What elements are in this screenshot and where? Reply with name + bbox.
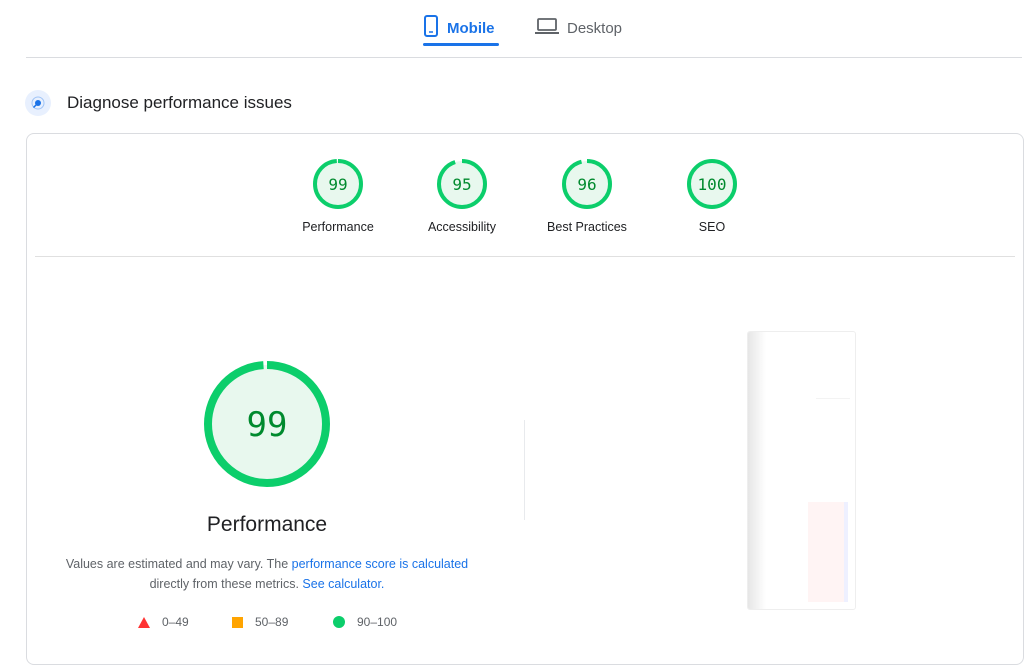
gauge-ring: 99 bbox=[313, 159, 363, 209]
card-divider bbox=[35, 256, 1015, 257]
legend-fail: 0–49 bbox=[138, 615, 189, 629]
gauge-label: SEO bbox=[698, 220, 726, 234]
performance-title: Performance bbox=[206, 513, 328, 536]
gauge-score: 96 bbox=[577, 175, 596, 194]
gauge-label: Performance bbox=[302, 220, 374, 234]
tabs-divider bbox=[26, 57, 1022, 58]
category-performance[interactable]: 99 Performance bbox=[283, 158, 393, 234]
gauge-label: Accessibility bbox=[427, 220, 497, 234]
gauge-ring: 95 bbox=[437, 159, 487, 209]
legend-average: 50–89 bbox=[232, 615, 288, 629]
score-description: Values are estimated and may vary. The p… bbox=[57, 554, 477, 594]
see-calculator-link[interactable]: See calculator. bbox=[302, 577, 384, 591]
performance-score: 99 bbox=[247, 405, 288, 445]
gauge-score: 99 bbox=[328, 175, 347, 194]
gauge-ring: 100 bbox=[687, 159, 737, 209]
orange-square-icon bbox=[232, 616, 243, 628]
category-accessibility[interactable]: 95 Accessibility bbox=[407, 158, 517, 234]
category-best-practices[interactable]: 96 Best Practices bbox=[532, 158, 642, 234]
gauge-label: Best Practices bbox=[547, 220, 627, 234]
gauge-score: 95 bbox=[452, 175, 471, 194]
performance-score-link[interactable]: performance score is calculated bbox=[292, 557, 468, 571]
category-seo[interactable]: 100 SEO bbox=[657, 158, 767, 234]
tab-mobile-label: Mobile bbox=[447, 19, 495, 37]
smartphone-icon bbox=[423, 14, 439, 42]
tab-mobile[interactable]: Mobile bbox=[423, 8, 499, 48]
page-screenshot-thumbnail[interactable] bbox=[747, 331, 856, 610]
gauge-ring: 96 bbox=[562, 159, 612, 209]
performance-gauge: 99 bbox=[203, 360, 331, 493]
device-tabs: Mobile Desktop bbox=[0, 0, 1024, 58]
tab-desktop[interactable]: Desktop bbox=[535, 8, 635, 48]
gauge-score: 100 bbox=[698, 175, 727, 194]
red-triangle-icon bbox=[138, 616, 150, 628]
legend-range: 50–89 bbox=[255, 615, 289, 629]
desc-text: Values are estimated and may vary. The bbox=[65, 557, 292, 571]
section-title: Diagnose performance issues bbox=[67, 93, 292, 112]
legend-range: 0–49 bbox=[162, 615, 189, 629]
tab-desktop-label: Desktop bbox=[567, 19, 623, 37]
desc-text-2: directly from these metrics. bbox=[149, 577, 303, 591]
laptop-icon bbox=[535, 17, 559, 40]
legend-range: 90–100 bbox=[357, 615, 398, 629]
report-card: 99 Performance 95 Accessibility 96 Best … bbox=[26, 133, 1024, 665]
column-divider bbox=[524, 420, 525, 520]
active-tab-indicator bbox=[423, 43, 499, 46]
green-circle-icon bbox=[333, 616, 345, 628]
legend-pass: 90–100 bbox=[333, 615, 397, 629]
diagnose-icon bbox=[25, 90, 51, 116]
